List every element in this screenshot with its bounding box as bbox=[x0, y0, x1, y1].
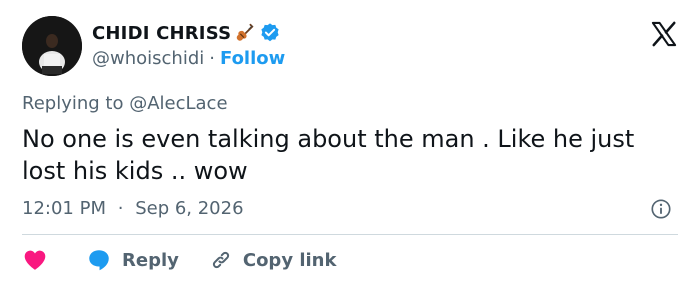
like-button[interactable] bbox=[22, 247, 48, 273]
violin-icon bbox=[236, 23, 254, 41]
x-logo-icon[interactable] bbox=[650, 20, 678, 48]
author-handle[interactable]: @whoischidi bbox=[92, 48, 204, 69]
replying-to-mention[interactable]: @AlecLace bbox=[129, 93, 227, 114]
copy-link-label[interactable]: Copy link bbox=[243, 250, 337, 271]
handle-separator: · bbox=[209, 48, 215, 69]
verified-badge-icon bbox=[261, 23, 279, 42]
avatar-photo bbox=[22, 16, 82, 76]
avatar[interactable] bbox=[22, 16, 82, 76]
speech-bubble-icon bbox=[89, 250, 109, 271]
heart-icon[interactable] bbox=[22, 247, 48, 273]
display-name[interactable]: CHIDI CHRISS bbox=[92, 23, 231, 44]
replying-to: Replying to @AlecLace bbox=[22, 93, 228, 114]
divider bbox=[22, 234, 678, 235]
author-name-row[interactable]: CHIDI CHRISS bbox=[92, 20, 281, 46]
timestamp-separator: · bbox=[117, 198, 124, 219]
info-icon[interactable] bbox=[650, 198, 672, 220]
copy-link-button[interactable]: Copy link bbox=[209, 248, 337, 272]
follow-button[interactable]: Follow bbox=[220, 48, 285, 69]
tweet-timestamp[interactable]: 12:01 PM · Sep 6, 2026 bbox=[22, 198, 244, 219]
reply-button[interactable]: Reply bbox=[86, 247, 179, 273]
tweet-date[interactable]: Sep 6, 2026 bbox=[135, 198, 243, 219]
tweet-time[interactable]: 12:01 PM bbox=[22, 198, 106, 219]
tweet-actions: Reply Copy link bbox=[22, 246, 336, 274]
embedded-tweet-card: CHIDI CHRISS @whoischidi · Follow Replyi… bbox=[0, 0, 700, 287]
reply-label[interactable]: Reply bbox=[122, 250, 179, 271]
replying-to-prefix: Replying to bbox=[22, 93, 130, 114]
tweet-text: No one is even talking about the man . L… bbox=[22, 125, 635, 185]
link-icon bbox=[212, 251, 229, 269]
author-handle-row: @whoischidi · Follow bbox=[92, 48, 285, 69]
